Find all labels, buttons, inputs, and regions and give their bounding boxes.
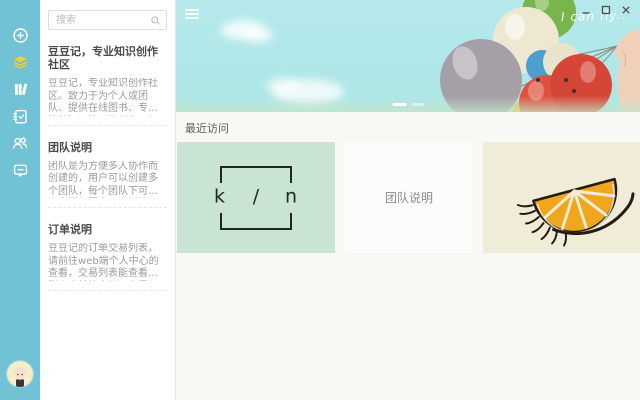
result-title: 豆豆记，专业知识创作社区 [48,45,167,71]
main-content: I can fly.. 最近访问 k / n 团队说明 [176,0,640,400]
carousel-dot[interactable] [412,103,424,106]
feedback-icon[interactable] [7,157,33,183]
window-controls [580,4,631,15]
divider [48,207,167,208]
section-title: 最近访问 [176,112,640,142]
hamburger-menu-icon[interactable] [185,9,199,19]
list-item[interactable]: 豆豆记，专业知识创作社区 豆豆记，专业知识创作社区。致力于为个人或团队、提供在线… [48,45,167,116]
kn-logo-letter: k [214,187,225,206]
carousel-dot-active[interactable] [393,103,407,106]
recent-card-team[interactable]: 团队说明 [345,142,473,253]
user-avatar[interactable] [7,361,33,387]
recent-card-orange[interactable] [483,142,640,253]
result-snippet: 豆豆记，专业知识创作社区。致力于为个人或团队、提供在线图书、专栏等的知识管理及创… [48,78,167,116]
close-button[interactable] [620,4,631,15]
recent-cards: k / n 团队说明 [177,142,640,253]
list-item[interactable]: 订单说明 豆豆记的订单交易列表，请前往web端个人中心的查看，交易列表能查看到账… [48,223,167,281]
result-title: 订单说明 [48,223,167,236]
result-snippet: 团队是为方便多人协作而创建的，用户可以创建多个团队，每个团队下可以自由添加图书、… [48,161,167,199]
divider [48,290,167,291]
search-panel: 豆豆记，专业知识创作社区 豆豆记，专业知识创作社区。致力于为个人或团队、提供在线… [40,0,176,400]
search-box [48,10,167,30]
sidebar [0,0,40,400]
app-window: 豆豆记，专业知识创作社区 豆豆记，专业知识创作社区。致力于为个人或团队、提供在线… [0,0,640,400]
layers-icon[interactable] [7,49,33,75]
notebook-icon[interactable] [7,103,33,129]
result-snippet: 豆豆记的订单交易列表，请前往web端个人中心的查看，交易列表能查看到账户当前的余… [48,243,167,281]
add-circle-icon[interactable] [7,22,33,48]
search-input[interactable] [54,14,150,27]
minimize-button[interactable] [580,4,591,15]
kn-logo: k / n [220,166,292,230]
carousel-dots [393,103,424,106]
kn-logo-letter: n [285,187,297,206]
list-item[interactable]: 团队说明 团队是为方便多人协作而创建的，用户可以创建多个团队，每个团队下可以自由… [48,141,167,199]
books-icon[interactable] [7,76,33,102]
card-title: 团队说明 [385,189,433,206]
divider [48,125,167,126]
search-icon[interactable] [150,11,161,30]
orange-eyelash-logo [490,142,640,253]
recent-card-kn[interactable]: k / n [177,142,335,253]
banner-carousel[interactable]: I can fly.. [176,0,640,112]
maximize-button[interactable] [600,4,611,15]
result-title: 团队说明 [48,141,167,154]
kn-logo-slash: / [253,187,259,206]
team-icon[interactable] [7,130,33,156]
